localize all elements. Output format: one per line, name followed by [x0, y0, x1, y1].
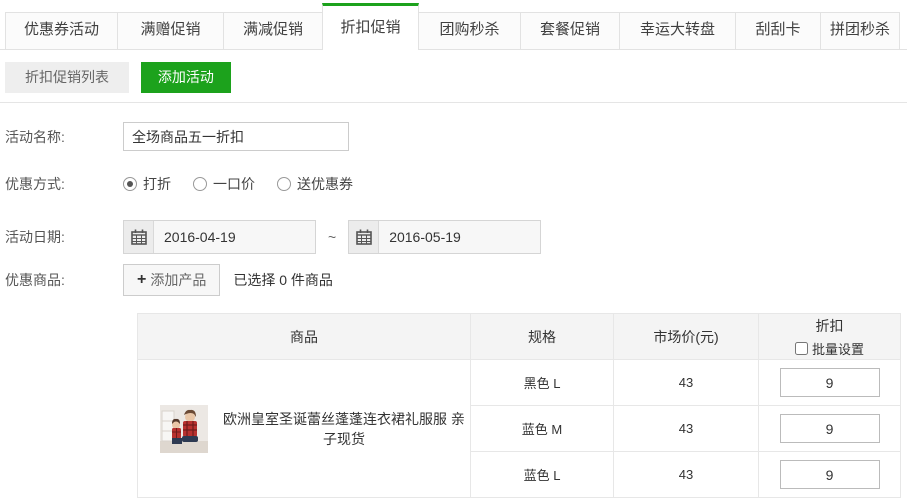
- tab-pintuan-seckill[interactable]: 拼团秒杀: [820, 12, 900, 49]
- discount-method-row: 优惠方式: 打折 一口价 送优惠券: [5, 174, 907, 194]
- spec-cell: 蓝色 M: [471, 406, 614, 452]
- tab-lucky-wheel[interactable]: 幸运大转盘: [619, 12, 736, 49]
- price-cell: 43: [614, 360, 759, 406]
- discount-input[interactable]: [780, 460, 880, 489]
- end-date-input[interactable]: 2016-05-19: [348, 220, 541, 254]
- discount-input[interactable]: [780, 414, 880, 443]
- spec-cell: 黑色 L: [471, 360, 614, 406]
- discount-cell: [759, 406, 901, 452]
- radio-dazhe-label: 打折: [143, 174, 171, 194]
- batch-set-checkbox[interactable]: [795, 342, 808, 355]
- col-header-discount: 折扣 批量设置: [759, 314, 901, 360]
- date-range-separator: ~: [328, 229, 336, 245]
- discount-list-button[interactable]: 折扣促销列表: [5, 62, 129, 93]
- radio-yikoujia[interactable]: 一口价: [193, 174, 255, 194]
- discount-method-label: 优惠方式:: [5, 174, 123, 194]
- tab-package-promotion[interactable]: 套餐促销: [520, 12, 620, 49]
- radio-icon: [277, 177, 291, 191]
- table-row: 欧洲皇室圣诞蕾丝蓬蓬连衣裙礼服服 亲子现货 黑色 L 43: [138, 360, 901, 406]
- discount-cell: [759, 360, 901, 406]
- spec-cell: 蓝色 L: [471, 452, 614, 498]
- radio-songyouhuiquan[interactable]: 送优惠券: [277, 174, 353, 194]
- discount-input[interactable]: [780, 368, 880, 397]
- end-date-value: 2016-05-19: [379, 221, 461, 253]
- add-product-button[interactable]: + 添加产品: [123, 264, 220, 296]
- activity-form: 活动名称: 优惠方式: 打折 一口价 送优惠券 活动日期:: [0, 122, 907, 296]
- activity-date-row: 活动日期: 2016-04-19 ~: [5, 220, 907, 254]
- batch-set-label: 批量设置: [812, 339, 864, 358]
- discount-products-row: 优惠商品: + 添加产品 已选择 0 件商品: [5, 264, 907, 296]
- discount-header-title: 折扣: [759, 316, 900, 336]
- price-cell: 43: [614, 452, 759, 498]
- tab-full-reduction[interactable]: 满减促销: [223, 12, 323, 49]
- col-header-product: 商品: [138, 314, 471, 360]
- activity-name-label: 活动名称:: [5, 127, 123, 147]
- radio-yikoujia-label: 一口价: [213, 174, 255, 194]
- col-header-spec: 规格: [471, 314, 614, 360]
- tab-full-gift[interactable]: 满赠促销: [117, 12, 224, 49]
- start-date-input[interactable]: 2016-04-19: [123, 220, 316, 254]
- activity-name-row: 活动名称:: [5, 122, 907, 151]
- calendar-icon[interactable]: [349, 221, 379, 253]
- product-cell: 欧洲皇室圣诞蕾丝蓬蓬连衣裙礼服服 亲子现货: [138, 360, 471, 498]
- activity-date-label: 活动日期:: [5, 227, 123, 247]
- radio-icon: [193, 177, 207, 191]
- promotion-tabbar: 优惠券活动 满赠促销 满减促销 折扣促销 团购秒杀 套餐促销 幸运大转盘 刮刮卡…: [0, 0, 907, 50]
- add-product-button-label: 添加产品: [150, 270, 206, 290]
- tab-scratch-card[interactable]: 刮刮卡: [735, 12, 821, 49]
- tab-coupon-activity[interactable]: 优惠券活动: [5, 12, 118, 49]
- start-date-value: 2016-04-19: [154, 221, 236, 253]
- sub-toolbar: 折扣促销列表 添加活动: [0, 50, 907, 103]
- activity-name-input[interactable]: [123, 122, 349, 151]
- discount-products-label: 优惠商品:: [5, 270, 123, 290]
- add-activity-button[interactable]: 添加活动: [141, 62, 231, 93]
- product-name: 欧洲皇室圣诞蕾丝蓬蓬连衣裙礼服服 亲子现货: [218, 409, 470, 449]
- col-header-price: 市场价(元): [614, 314, 759, 360]
- radio-selected-icon: [123, 177, 137, 191]
- tab-discount-promotion[interactable]: 折扣促销: [322, 3, 419, 50]
- price-cell: 43: [614, 406, 759, 452]
- radio-dazhe[interactable]: 打折: [123, 174, 171, 194]
- radio-songyouhuiquan-label: 送优惠券: [297, 174, 353, 194]
- selected-count-hint: 已选择 0 件商品: [233, 270, 333, 290]
- table-header-row: 商品 规格 市场价(元) 折扣 批量设置: [138, 314, 901, 360]
- discount-cell: [759, 452, 901, 498]
- discount-products-table: 商品 规格 市场价(元) 折扣 批量设置: [137, 313, 901, 498]
- calendar-icon[interactable]: [124, 221, 154, 253]
- plus-icon: +: [137, 271, 146, 289]
- product-image: [160, 405, 208, 453]
- tab-group-seckill[interactable]: 团购秒杀: [418, 12, 521, 49]
